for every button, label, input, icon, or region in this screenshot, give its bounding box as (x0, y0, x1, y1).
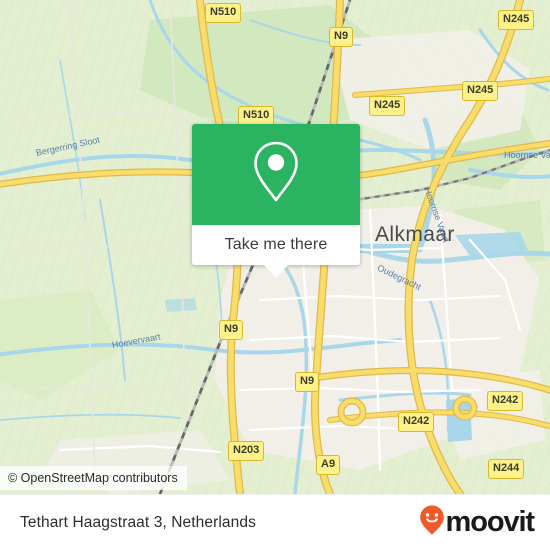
osm-attribution[interactable]: © OpenStreetMap contributors (0, 466, 187, 490)
road-shield-n510-center: N510 (238, 106, 275, 126)
map-screen: Alkmaar Bergerring Sloot Hoevervaart Oud… (0, 0, 550, 550)
road-shield-a9: A9 (316, 455, 341, 475)
take-me-there-label: Take me there (224, 236, 328, 253)
callout-card-action[interactable]: Take me there (192, 225, 360, 278)
road-shield-n244: N244 (488, 459, 525, 479)
road-shield-n245-center: N245 (369, 96, 406, 116)
road-shield-n203: N203 (228, 441, 265, 461)
map-pin-icon (248, 137, 304, 212)
callout-card-header (192, 124, 360, 225)
road-shield-n245-topright: N245 (498, 10, 535, 30)
address-label: Tethart Haagstraat 3, Netherlands (20, 513, 256, 531)
road-shield-n9-bottom: N9 (295, 372, 320, 392)
moovit-logo[interactable]: moovit (419, 504, 536, 541)
moovit-wordmark: moovit (445, 506, 536, 538)
road-shield-n9-left: N9 (219, 320, 244, 340)
footer-bar: Tethart Haagstraat 3, Netherlands moovit (0, 494, 550, 550)
road-shield-n510-top: N510 (205, 3, 242, 23)
road-shield-n9-top: N9 (329, 27, 354, 47)
callout-tail (263, 264, 289, 278)
road-shield-n245-right: N245 (462, 81, 499, 101)
road-shield-n242-right: N242 (487, 391, 524, 411)
destination-callout-card[interactable]: Take me there (192, 124, 360, 278)
moovit-pin-icon (419, 504, 445, 541)
road-shield-n242-left: N242 (398, 412, 435, 432)
